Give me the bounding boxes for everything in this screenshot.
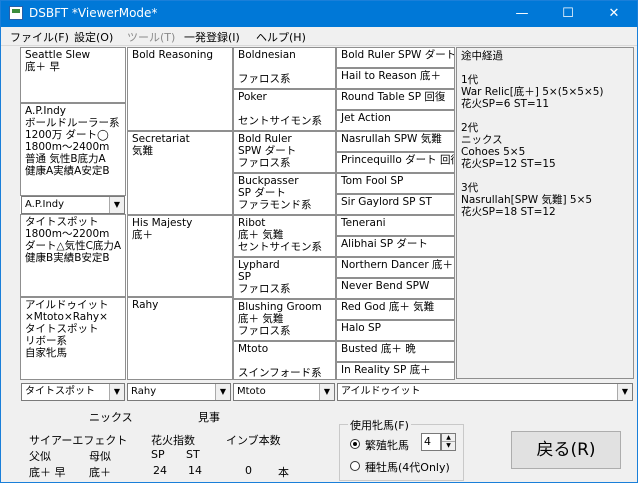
- st-label: ST: [186, 448, 200, 461]
- broodmare-label[interactable]: 繁殖牝馬: [365, 437, 409, 453]
- inbreed-value: 0: [245, 464, 252, 477]
- count-spinner: ▲ ▼: [441, 433, 456, 451]
- app-window: DSBFT *ViewerMode* — ☐ ✕ ファイル(F) 設定(O) ツ…: [0, 0, 638, 483]
- dropdown-arrow-icon[interactable]: ▼: [109, 197, 124, 213]
- mare-gen2-combo[interactable]: Rahy ▼: [127, 383, 231, 401]
- pedigree-cell-gen1[interactable]: Seattle Slew 底＋ 早: [20, 47, 126, 103]
- pedigree-cell-gen1[interactable]: アイルドゥイット ×Mtoto×Rahy× タイトスポット リボー系 自家牝馬: [20, 297, 126, 380]
- pedigree-cell-gen4[interactable]: Alibhai SP ダート: [336, 236, 455, 257]
- pedigree-cell-gen4[interactable]: Princequillo ダート 回復: [336, 152, 455, 173]
- pedigree-cell-gen4[interactable]: Nasrullah SPW 気難: [336, 131, 455, 152]
- dropdown-arrow-icon[interactable]: ▼: [319, 384, 334, 400]
- maximize-button[interactable]: ☐: [545, 1, 591, 27]
- pedigree-cell-gen4[interactable]: In Reality SP 底＋: [336, 362, 455, 380]
- mother-sim-label: 母似: [89, 450, 111, 463]
- minimize-button[interactable]: —: [499, 1, 545, 27]
- pedigree-cell-gen3[interactable]: Poker セントサイモン系: [233, 89, 336, 131]
- mother-sim-value: 底＋: [89, 466, 111, 479]
- pedigree-cell-gen1[interactable]: タイトスポット 1800m〜2200m ダート△気性C底力A 健康B実績B安定B: [20, 214, 126, 297]
- pedigree-cell-gen4[interactable]: Round Table SP 回復: [336, 89, 455, 110]
- combo-value: タイトスポット: [25, 386, 95, 397]
- back-button[interactable]: 戻る(R): [511, 431, 621, 469]
- nicks-label: ニックス: [89, 411, 133, 424]
- pedigree-cell-gen4[interactable]: Bold Ruler SPW ダート: [336, 47, 455, 68]
- broodmare-count-input[interactable]: 4: [421, 433, 441, 451]
- app-icon: [9, 6, 23, 20]
- group-title: 使用牝馬(F): [348, 417, 411, 433]
- sire-effect-label: サイアーエフェクト: [29, 434, 128, 447]
- pedigree-cell-gen4[interactable]: Hail to Reason 底＋: [336, 68, 455, 89]
- pedigree-cell-gen4[interactable]: Jet Action: [336, 110, 455, 131]
- menu-bar: ファイル(F) 設定(O) ツール(T) 一発登録(I) ヘルプ(H): [1, 27, 637, 46]
- inbreed-unit: 本: [278, 466, 289, 479]
- pedigree-cell-gen1[interactable]: A.P.Indy ボールドルーラー系 1200万 ダート◯ 1800m〜2400…: [20, 103, 126, 196]
- stallion-label[interactable]: 種牡馬(4代Only): [365, 459, 450, 475]
- mare-gen3-combo[interactable]: Mtoto ▼: [233, 383, 335, 401]
- pedigree-cell-gen3[interactable]: Bold Ruler SPW ダート ファロス系: [233, 131, 336, 173]
- sire-combo[interactable]: A.P.Indy ▼: [21, 196, 125, 214]
- dropdown-arrow-icon[interactable]: ▼: [617, 384, 632, 400]
- pedigree-cell-gen2[interactable]: His Majesty 底＋: [127, 215, 233, 297]
- pedigree-cell-gen3[interactable]: Ribot 底＋ 気難 セントサイモン系: [233, 215, 336, 257]
- combo-value: Mtoto: [237, 386, 266, 397]
- sp-label: SP: [151, 448, 165, 461]
- pedigree-cell-gen3[interactable]: Buckpasser SP ダート ファラモンド系: [233, 173, 336, 215]
- dropdown-arrow-icon[interactable]: ▼: [109, 384, 124, 400]
- broodmare-radio[interactable]: [350, 439, 360, 449]
- menu-quick-register[interactable]: 一発登録(I): [184, 29, 240, 45]
- pedigree-cell-gen3[interactable]: Lyphard SP ファロス系: [233, 257, 336, 299]
- window-title: DSBFT *ViewerMode*: [29, 6, 158, 20]
- pedigree-cell-gen4[interactable]: Busted 底＋ 晩: [336, 341, 455, 362]
- menu-help[interactable]: ヘルプ(H): [256, 29, 306, 45]
- st-value: 14: [188, 464, 202, 477]
- dropdown-arrow-icon[interactable]: ▼: [215, 384, 230, 400]
- menu-file[interactable]: ファイル(F): [10, 29, 69, 45]
- inbreed-label: インブ本数: [226, 434, 281, 447]
- combo-value: アイルドゥイット: [341, 386, 421, 397]
- pedigree-cell-gen4[interactable]: Northern Dancer 底＋: [336, 257, 455, 278]
- pedigree-cell-gen3[interactable]: Mtoto スインフォード系: [233, 341, 336, 380]
- pedigree-grid: Seattle Slew 底＋ 早 A.P.Indy ボールドルーラー系 120…: [20, 47, 455, 380]
- pedigree-cell-gen2[interactable]: Secretariat 気難: [127, 131, 233, 215]
- title-bar: DSBFT *ViewerMode* — ☐ ✕: [1, 1, 637, 27]
- close-button[interactable]: ✕: [591, 1, 637, 27]
- menu-tools[interactable]: ツール(T): [127, 29, 175, 45]
- pedigree-cell-gen2[interactable]: Rahy: [127, 297, 233, 380]
- mare-combo[interactable]: アイルドゥイット ▼: [337, 383, 633, 401]
- pedigree-cell-gen4[interactable]: Sir Gaylord SP ST: [336, 194, 455, 215]
- pedigree-cell-gen4[interactable]: Halo SP: [336, 320, 455, 341]
- spin-down-icon[interactable]: ▼: [442, 442, 455, 450]
- pedigree-cell-gen4[interactable]: Tenerani: [336, 215, 455, 236]
- pedigree-cell-gen4[interactable]: Tom Fool SP: [336, 173, 455, 194]
- pedigree-cell-gen4[interactable]: Never Bend SPW: [336, 278, 455, 299]
- pedigree-cell-gen3[interactable]: Blushing Groom 底＋ 気難 ファロス系: [233, 299, 336, 341]
- hanabi-label: 花火指数: [151, 434, 195, 447]
- spin-up-icon[interactable]: ▲: [442, 434, 455, 442]
- pedigree-cell-gen2[interactable]: Bold Reasoning: [127, 47, 233, 131]
- pedigree-cell-gen3[interactable]: Boldnesian ファロス系: [233, 47, 336, 89]
- mare-sire-combo[interactable]: タイトスポット ▼: [21, 383, 125, 401]
- father-sim-label: 父似: [29, 450, 51, 463]
- stallion-radio[interactable]: [350, 461, 360, 471]
- mare-type-group: 使用牝馬(F) 繁殖牝馬 4 ▲ ▼ 種牡馬(4代Only): [339, 417, 464, 481]
- combo-value: Rahy: [131, 386, 157, 397]
- father-sim-value: 底＋ 早: [29, 466, 66, 479]
- pedigree-cell-gen4[interactable]: Red God 底＋ 気難: [336, 299, 455, 320]
- mikoto-label: 見事: [198, 411, 220, 424]
- progress-panel: 途中経過 1代 War Relic[底＋] 5×(5×5×5) 花火SP=6 S…: [456, 47, 634, 379]
- combo-value: A.P.Indy: [25, 199, 65, 210]
- sp-value: 24: [153, 464, 167, 477]
- menu-settings[interactable]: 設定(O): [74, 29, 113, 45]
